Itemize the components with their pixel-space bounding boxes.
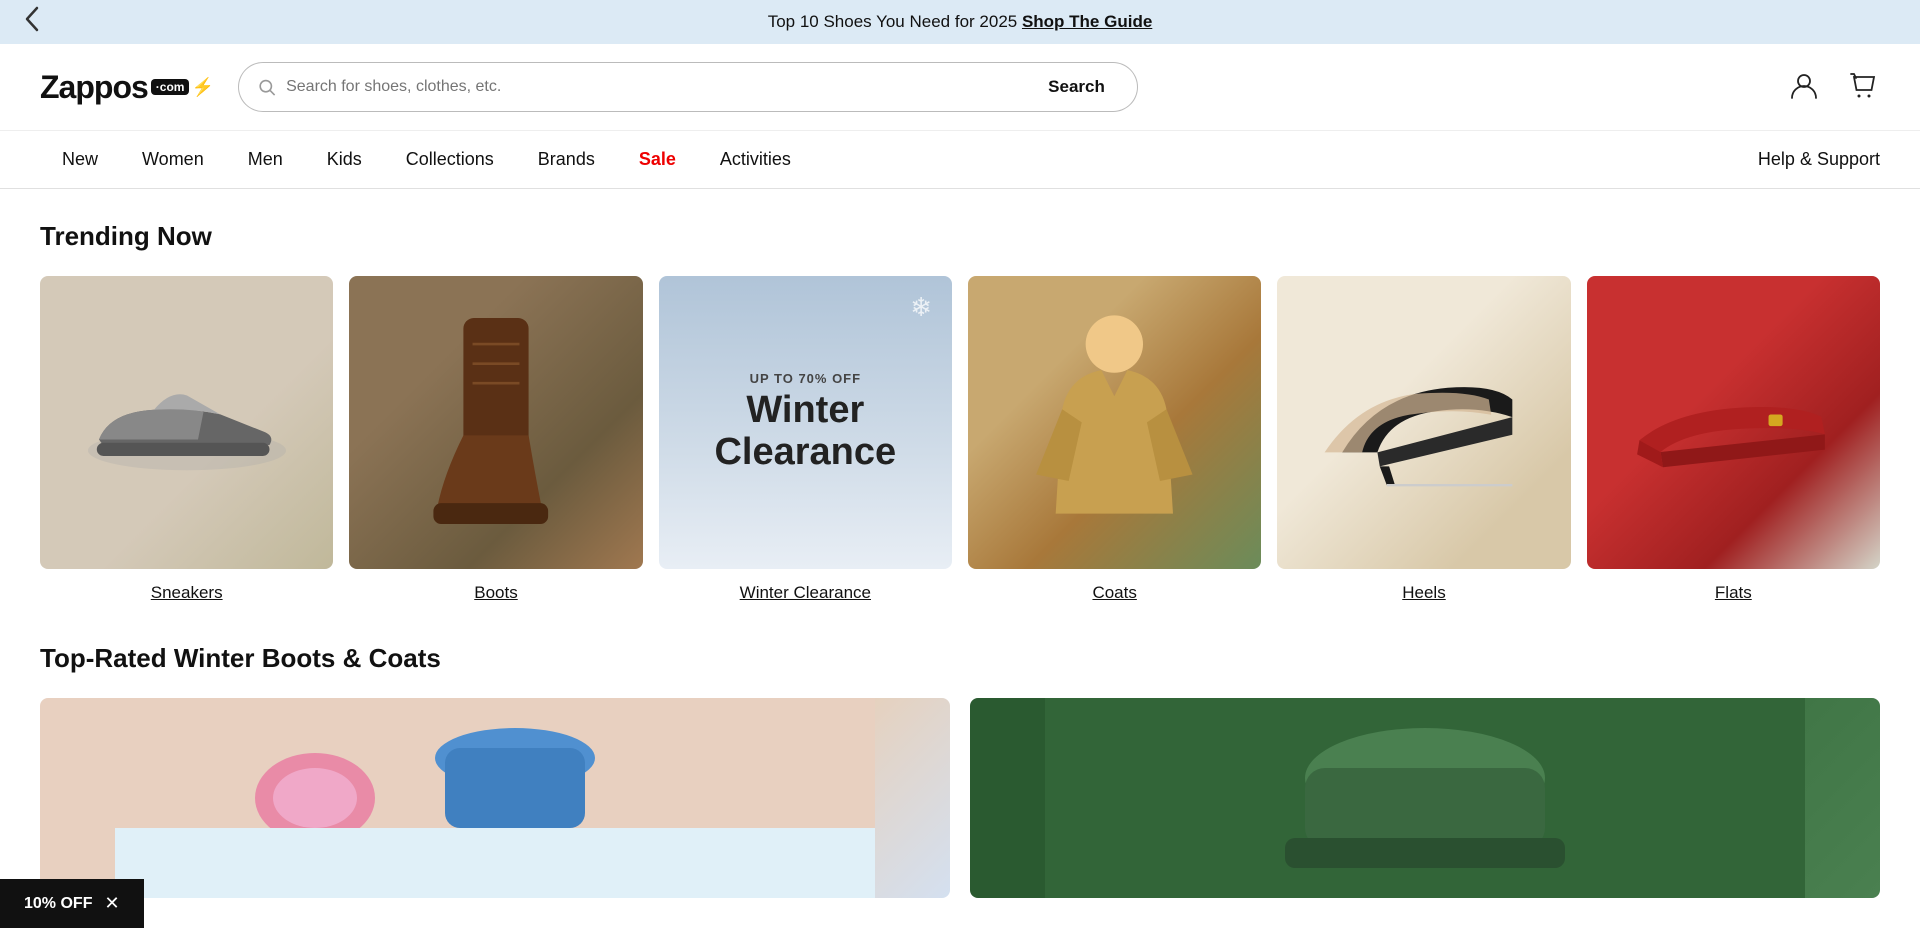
main-nav: New Women Men Kids Collections Brands Sa… — [0, 131, 1920, 189]
sneaker-svg — [77, 313, 297, 533]
account-button[interactable] — [1788, 70, 1820, 105]
search-input-wrap — [238, 62, 1016, 112]
product-grid — [40, 698, 1880, 898]
search-input[interactable] — [286, 78, 998, 96]
trending-item-flats[interactable]: Flats — [1587, 276, 1880, 603]
product-card-right[interactable] — [970, 698, 1880, 898]
product-card-left[interactable] — [40, 698, 950, 898]
trending-img-sneakers — [40, 276, 333, 569]
logo[interactable]: Zappos·com⚡ — [40, 69, 214, 106]
nav-item-new[interactable]: New — [40, 131, 120, 188]
banner-link[interactable]: Shop The Guide — [1022, 12, 1152, 31]
trending-item-coats[interactable]: Coats — [968, 276, 1261, 603]
cart-button[interactable] — [1848, 70, 1880, 105]
flats-svg — [1616, 320, 1851, 525]
nav-item-kids[interactable]: Kids — [305, 131, 384, 188]
search-button[interactable]: Search — [1016, 62, 1138, 112]
logo-icon: ⚡ — [191, 77, 213, 98]
nav-item-collections[interactable]: Collections — [384, 131, 516, 188]
trending-item-sneakers[interactable]: Sneakers — [40, 276, 333, 603]
promo-label: 10% OFF — [24, 895, 92, 913]
nav-items: New Women Men Kids Collections Brands Sa… — [40, 131, 1758, 188]
nav-item-brands[interactable]: Brands — [516, 131, 617, 188]
trending-grid: Sneakers Boots — [40, 276, 1880, 603]
trending-img-boots — [349, 276, 642, 569]
header-icons — [1788, 70, 1880, 105]
trending-label-clearance: Winter Clearance — [740, 583, 871, 603]
heels-svg — [1307, 313, 1542, 533]
trending-img-coats — [968, 276, 1261, 569]
nav-item-men[interactable]: Men — [226, 131, 305, 188]
logo-text: Zappos — [40, 69, 148, 106]
trending-label-sneakers: Sneakers — [151, 583, 223, 603]
help-support-link[interactable]: Help & Support — [1758, 131, 1880, 188]
boot-svg — [408, 305, 584, 540]
clearance-promo-large: Winter Clearance — [714, 390, 896, 474]
product-img-left — [40, 698, 950, 898]
nav-item-activities[interactable]: Activities — [698, 131, 813, 188]
trending-label-coats: Coats — [1092, 583, 1136, 603]
logo-badge: ·com — [151, 79, 190, 95]
clearance-promo-small: UP TO 70% OFF — [750, 371, 862, 386]
main-content: Trending Now Sneakers — [0, 189, 1920, 930]
trending-img-clearance: ❄ UP TO 70% OFF Winter Clearance — [659, 276, 952, 569]
banner-text: Top 10 Shoes You Need for 2025 — [768, 12, 1022, 31]
banner-back-button[interactable] — [24, 5, 40, 39]
trending-label-heels: Heels — [1402, 583, 1445, 603]
top-banner: Top 10 Shoes You Need for 2025 Shop The … — [0, 0, 1920, 44]
search-icon — [257, 77, 276, 97]
trending-section: Trending Now Sneakers — [40, 221, 1880, 603]
trending-item-clearance[interactable]: ❄ UP TO 70% OFF Winter Clearance Winter … — [659, 276, 952, 603]
top-rated-section: Top-Rated Winter Boots & Coats — [40, 643, 1880, 898]
trending-label-boots: Boots — [474, 583, 517, 603]
trending-item-boots[interactable]: Boots — [349, 276, 642, 603]
header: Zappos·com⚡ Search — [0, 44, 1920, 131]
product-img-right — [970, 698, 1880, 898]
trending-img-heels — [1277, 276, 1570, 569]
nav-item-sale[interactable]: Sale — [617, 131, 698, 188]
coat-svg — [1019, 305, 1210, 540]
trending-img-flats — [1587, 276, 1880, 569]
nav-item-women[interactable]: Women — [120, 131, 226, 188]
promo-close-button[interactable]: ✕ — [104, 893, 119, 914]
trending-title: Trending Now — [40, 221, 1880, 252]
trending-label-flats: Flats — [1715, 583, 1752, 603]
trending-item-heels[interactable]: Heels — [1277, 276, 1570, 603]
promo-bar: 10% OFF ✕ — [0, 879, 144, 928]
snowflake-icon: ❄ — [910, 292, 932, 323]
search-container: Search — [238, 62, 1138, 112]
top-rated-title: Top-Rated Winter Boots & Coats — [40, 643, 1880, 674]
